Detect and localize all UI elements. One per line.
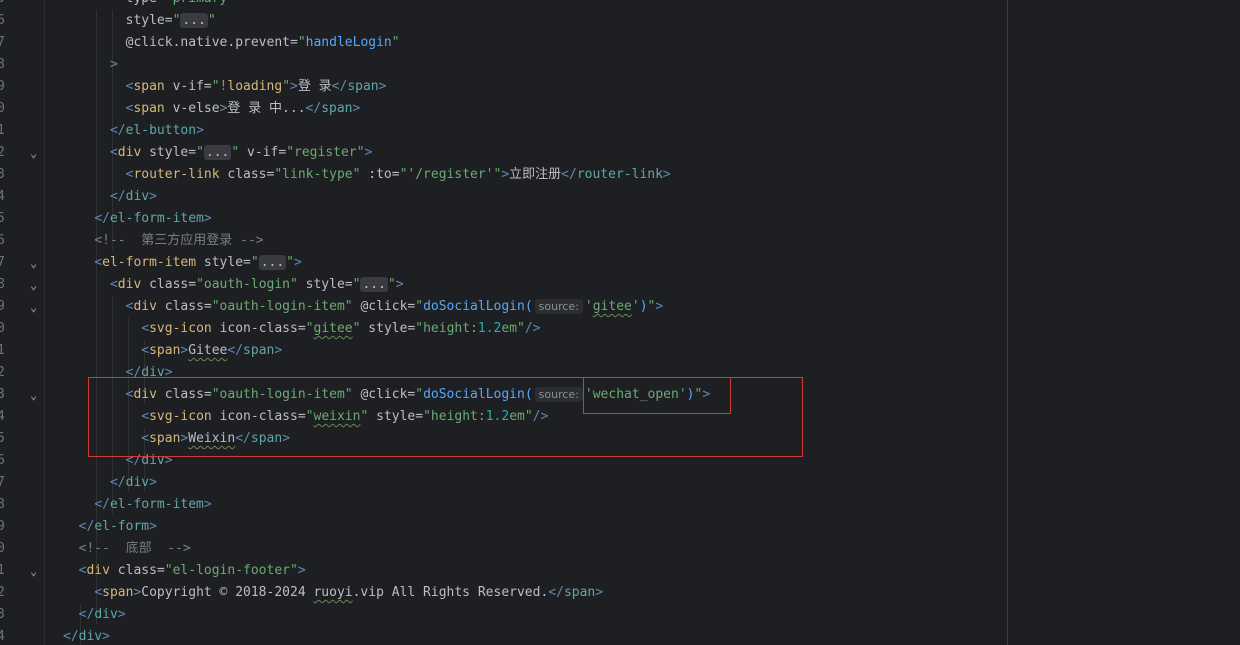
chevron-down-icon[interactable]: ⌄: [30, 274, 37, 296]
code-editor[interactable]: 5 type="primary"6 style="..."7 @click.na…: [0, 0, 1240, 645]
line-number: 4: [0, 189, 5, 204]
line-number: 5: [0, 0, 8, 10]
chevron-down-icon[interactable]: ⌄: [30, 560, 37, 582]
code-text: <el-form-item style="... ">: [94, 255, 302, 270]
chevron-down-icon[interactable]: ⌄: [30, 142, 37, 164]
code-line[interactable]: 2 ⌄ <div style="... " v-if="register">: [0, 142, 1000, 164]
code-text: <svg-icon icon-class="gitee" style="heig…: [141, 321, 541, 336]
code-line[interactable]: 1 </el-button>: [0, 120, 1000, 142]
code-line[interactable]: 8 ⌄ <div class="oauth-login" style="... ">: [0, 274, 1000, 296]
code-text: <router-link class="link-type" :to="'/re…: [125, 167, 671, 182]
code-text: <div class="el-login-footer">: [78, 563, 306, 578]
code-line[interactable]: 1 <span>Gitee</span>: [0, 340, 1000, 362]
line-number: 7: [0, 255, 5, 270]
code-text: </div>: [78, 607, 126, 622]
line-number: 4: [0, 629, 5, 644]
line-number: 1: [0, 563, 5, 578]
code-line[interactable]: 3 </div>: [0, 604, 1000, 626]
line-number: 8: [0, 277, 5, 292]
line-number: 2: [0, 585, 5, 600]
code-line[interactable]: 0 <span v-else>登 录 中...</span>: [0, 98, 1000, 120]
line-number: 2: [0, 145, 5, 160]
chevron-down-icon[interactable]: ⌄: [30, 296, 37, 318]
line-number: 5: [0, 211, 5, 226]
code-text: <div class="oauth-login" style="... ">: [109, 277, 404, 292]
line-number: 2: [0, 365, 5, 380]
line-number: 6: [0, 453, 5, 468]
line-number: 6: [0, 233, 5, 248]
code-text: <!-- 第三方应用登录 -->: [94, 233, 264, 248]
line-number: 1: [0, 343, 5, 358]
code-text: <span>Gitee</span>: [141, 343, 283, 358]
code-line[interactable]: 9 ⌄ <div class="oauth-login-item" @click=…: [0, 296, 1000, 318]
code-line[interactable]: 7 @click.native.prevent="handleLogin": [0, 32, 1000, 54]
code-line[interactable]: 8 </el-form-item>: [0, 494, 1000, 516]
line-number: 3: [0, 387, 5, 402]
right-margin-guide: [1007, 0, 1008, 645]
code-text: </div>: [109, 189, 157, 204]
code-line[interactable]: 7 ⌄ <el-form-item style="... ">: [0, 252, 1000, 274]
code-text: @click.native.prevent="handleLogin": [125, 35, 400, 50]
code-text: type="primary": [63, 0, 236, 10]
code-text: </el-form-item>: [94, 211, 212, 226]
line-number: 9: [0, 299, 5, 314]
code-line[interactable]: 0 <svg-icon icon-class="gitee" style="he…: [0, 318, 1000, 340]
code-line[interactable]: 6 <!-- 第三方应用登录 -->: [0, 230, 1000, 252]
code-line[interactable]: 9 </el-form>: [0, 516, 1000, 538]
chevron-down-icon[interactable]: ⌄: [30, 384, 37, 406]
annotation-box-wechat-source: [583, 377, 731, 414]
code-text: </el-form>: [78, 519, 157, 534]
code-line[interactable]: 3 <router-link class="link-type" :to="'/…: [0, 164, 1000, 186]
code-line[interactable]: 1 ⌄ <div class="el-login-footer">: [0, 560, 1000, 582]
code-text: <div style="... " v-if="register">: [109, 145, 373, 160]
line-number: 0: [0, 541, 5, 556]
code-text: </el-button>: [109, 123, 204, 138]
line-number: 7: [0, 475, 5, 490]
code-text: <span>Copyright © 2018-2024 ruoyi.vip Al…: [94, 585, 604, 600]
code-text: </div>: [63, 629, 110, 644]
line-number: 0: [0, 321, 5, 336]
code-line[interactable]: 8 >: [0, 54, 1000, 76]
line-number: 3: [0, 607, 5, 622]
code-text: </div>: [109, 475, 157, 490]
line-number: 1: [0, 123, 5, 138]
line-number: 6: [0, 13, 5, 28]
line-number: 8: [0, 57, 5, 72]
code-line[interactable]: 4 </div>: [0, 626, 1000, 645]
line-number: 9: [0, 519, 5, 534]
code-line[interactable]: 9 <span v-if="!loading">登 录</span>: [0, 76, 1000, 98]
code-line[interactable]: 4 </div>: [0, 186, 1000, 208]
line-number: 0: [0, 101, 5, 116]
code-line[interactable]: 0 <!-- 底部 -->: [0, 538, 1000, 560]
code-text: </el-form-item>: [94, 497, 212, 512]
line-number: 8: [0, 497, 5, 512]
line-number: 9: [0, 79, 5, 94]
code-line[interactable]: 7 </div>: [0, 472, 1000, 494]
code-text: <div class="oauth-login-item" @click="do…: [125, 299, 664, 314]
code-line[interactable]: 5 type="primary": [0, 0, 1000, 10]
line-number: 5: [0, 431, 5, 446]
line-number: 7: [0, 35, 5, 50]
code-text: <span v-else>登 录 中...</span>: [125, 101, 361, 116]
chevron-down-icon[interactable]: ⌄: [30, 252, 37, 274]
code-text: >: [109, 57, 118, 72]
code-text: style="... ": [125, 13, 216, 28]
line-number: 4: [0, 409, 5, 424]
code-line[interactable]: 5 </el-form-item>: [0, 208, 1000, 230]
code-line[interactable]: 2 <span>Copyright © 2018-2024 ruoyi.vip …: [0, 582, 1000, 604]
code-text: <span v-if="!loading">登 录</span>: [125, 79, 387, 94]
line-number: 3: [0, 167, 5, 182]
code-text: <!-- 底部 -->: [78, 541, 191, 556]
code-line[interactable]: 6 style="... ": [0, 10, 1000, 32]
